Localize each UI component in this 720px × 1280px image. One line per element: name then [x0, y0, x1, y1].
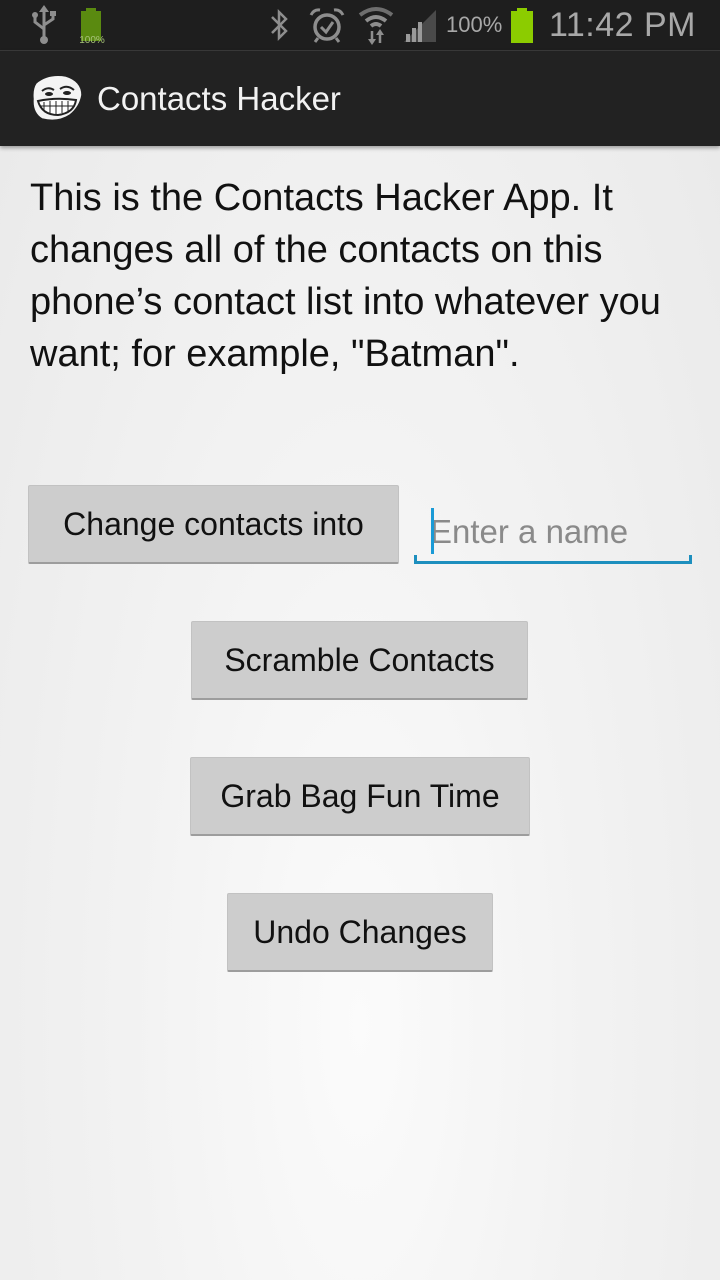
text-cursor [431, 508, 434, 554]
battery-notification-icon: 100% [76, 0, 108, 50]
battery-icon [508, 0, 536, 50]
signal-icon [402, 0, 438, 50]
undo-changes-button[interactable]: Undo Changes [227, 893, 493, 972]
status-bar: 100% 100% 11:42 PM [0, 0, 720, 51]
app-description: This is the Contacts Hacker App. It chan… [30, 177, 661, 375]
input-underline-tick-right [689, 555, 692, 564]
app-title: Contacts Hacker [97, 80, 341, 117]
bluetooth-icon [268, 0, 290, 50]
action-bar: Contacts Hacker [0, 51, 720, 146]
input-underline-tick-left [414, 555, 417, 564]
name-input[interactable] [430, 506, 685, 558]
usb-icon [30, 0, 58, 50]
scramble-contacts-button[interactable]: Scramble Contacts [191, 621, 528, 700]
wifi-icon [358, 0, 394, 50]
battery-percent: 100% [446, 12, 503, 37]
grab-bag-fun-time-button[interactable]: Grab Bag Fun Time [190, 757, 530, 836]
change-contacts-button[interactable]: Change contacts into [28, 485, 399, 564]
input-underline [414, 561, 692, 564]
troll-face-icon[interactable] [30, 73, 84, 123]
alarm-icon [308, 0, 346, 50]
clock: 11:42 PM [548, 5, 696, 44]
name-field[interactable] [414, 500, 692, 564]
battery-notification-label: 100% [79, 35, 105, 45]
